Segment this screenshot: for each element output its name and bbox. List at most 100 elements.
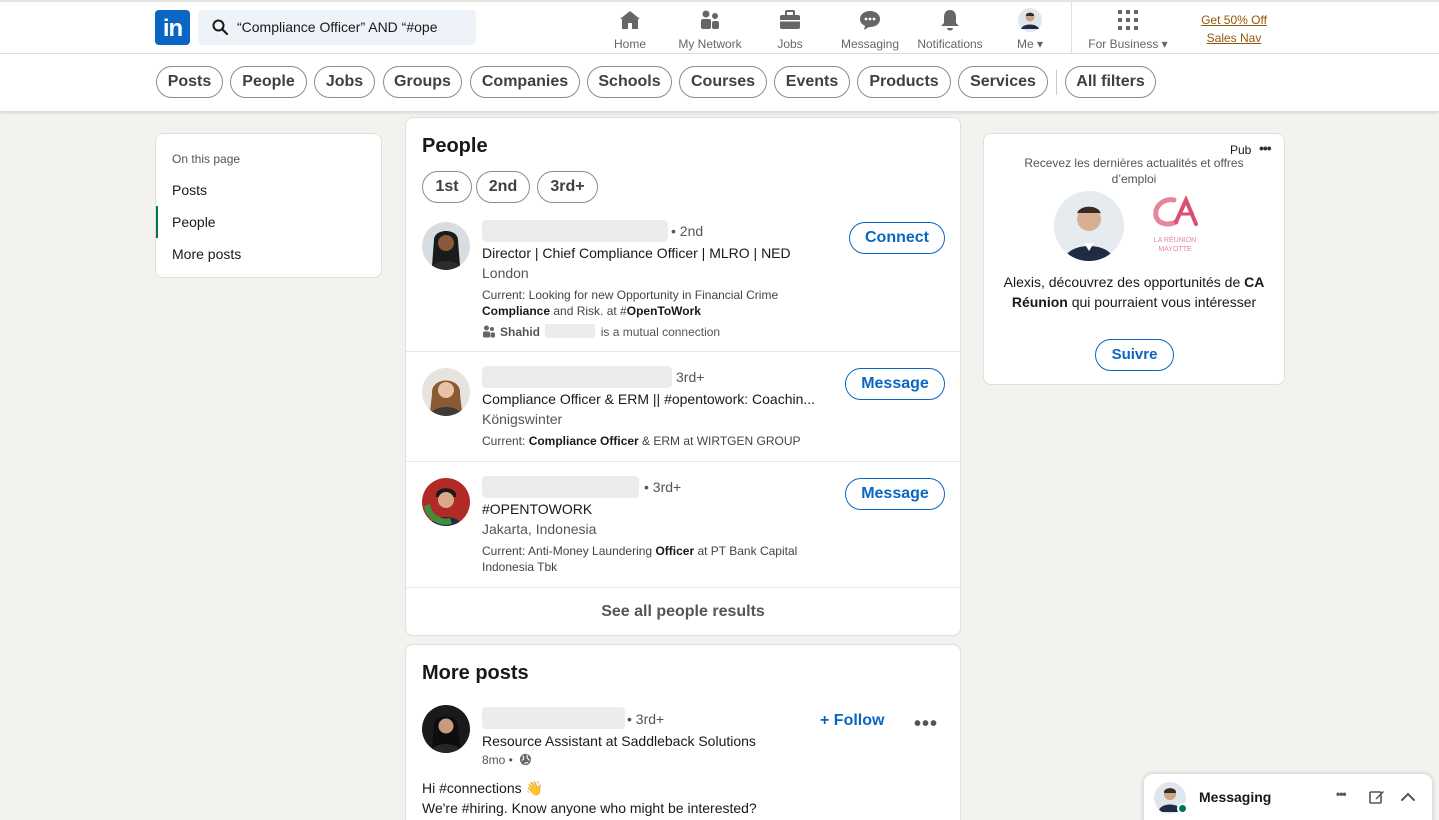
bell-icon: [941, 10, 959, 31]
post-author-headline: Resource Assistant at Saddleback Solutio…: [482, 733, 756, 749]
nav-divider: [1071, 2, 1072, 54]
linkedin-logo[interactable]: in: [155, 10, 190, 45]
filter-all-filters[interactable]: All filters: [1065, 66, 1156, 98]
chevron-down-icon: ▾: [1161, 37, 1168, 51]
active-indicator: [156, 206, 158, 238]
filter-jobs[interactable]: Jobs: [314, 66, 375, 98]
home-icon: [620, 11, 640, 29]
people-card: People 1st 2nd 3rd+ • 2nd Director | Chi…: [405, 117, 961, 636]
online-status-dot: [1177, 803, 1188, 814]
nav-jobs[interactable]: Jobs: [750, 8, 830, 51]
nav-notifications[interactable]: Notifications: [910, 8, 990, 51]
person-avatar[interactable]: [422, 222, 470, 270]
redacted-surname: [545, 324, 596, 338]
mutual-connection: Shahid is a mutual connection: [482, 324, 720, 339]
person-result: 3rd+ Compliance Officer & ERM || #opento…: [406, 364, 960, 461]
messaging-panel[interactable]: Messaging •••: [1143, 773, 1433, 820]
sales-nav-promo-link[interactable]: Get 50% Off Sales Nav: [1193, 11, 1275, 47]
connection-filter-2nd[interactable]: 2nd: [476, 171, 530, 203]
nav-my-network-label: My Network: [678, 37, 742, 51]
more-posts-card: More posts • 3rd+ Resource Assistant at …: [405, 644, 961, 820]
on-this-page-people[interactable]: People: [172, 214, 216, 230]
filter-posts[interactable]: Posts: [156, 66, 223, 98]
person-current: Current: Looking for new Opportunity in …: [482, 288, 779, 318]
connection-degree: • 3rd+: [644, 479, 682, 495]
divider: [406, 461, 960, 462]
post-text-line-1: Hi #connections 👋: [422, 780, 543, 796]
search-bar[interactable]: “Compliance Officer” AND “#opentowork”: [198, 10, 476, 45]
people-icon: [483, 325, 495, 338]
avatar: [1018, 8, 1042, 32]
chevron-up-icon[interactable]: [1400, 791, 1416, 803]
messaging-icon: [860, 11, 880, 30]
on-this-page-title: On this page: [172, 152, 241, 166]
post-text-line-2: We're #hiring. Know anyone who might be …: [422, 800, 757, 816]
person-avatar[interactable]: [422, 478, 470, 526]
ad-tagline: Recevez les dernières actualités et offr…: [1024, 156, 1244, 186]
nav-me[interactable]: Me ▾: [990, 8, 1070, 51]
filter-courses[interactable]: Courses: [679, 66, 767, 98]
nav-home-label: Home: [613, 37, 646, 51]
messaging-title: Messaging: [1199, 789, 1272, 805]
person-headline[interactable]: Compliance Officer & ERM || #opentowork:…: [482, 391, 815, 407]
filter-events[interactable]: Events: [774, 66, 850, 98]
filter-schools[interactable]: Schools: [587, 66, 672, 98]
filter-bar: Posts People Jobs Groups Companies Schoo…: [0, 54, 1439, 111]
nav-for-business[interactable]: For Business ▾: [1080, 8, 1176, 51]
see-all-people-button[interactable]: See all people results: [406, 603, 960, 621]
nav-messaging[interactable]: Messaging: [830, 8, 910, 51]
person-headline[interactable]: #OPENTOWORK: [482, 501, 592, 517]
message-button[interactable]: Message: [845, 368, 945, 400]
divider: [406, 587, 960, 588]
on-this-page-posts[interactable]: Posts: [172, 182, 207, 198]
top-nav: in “Compliance Officer” AND “#opentowork…: [0, 0, 1439, 54]
person-current: Current: Compliance Officer & ERM at WIR…: [482, 434, 801, 448]
chevron-down-icon: ▾: [1036, 37, 1044, 51]
network-icon: [701, 10, 719, 29]
search-input[interactable]: “Compliance Officer” AND “#opentowork”: [237, 19, 437, 35]
redacted-name: [482, 366, 672, 388]
connect-button[interactable]: Connect: [849, 222, 945, 254]
people-title: People: [422, 135, 488, 157]
person-headline[interactable]: Director | Chief Compliance Officer | ML…: [482, 245, 791, 261]
filter-services[interactable]: Services: [958, 66, 1048, 98]
filter-people[interactable]: People: [230, 66, 307, 98]
mutual-name: Shahid: [500, 325, 541, 339]
message-button[interactable]: Message: [845, 478, 945, 510]
mutual-text: is a mutual connection: [600, 325, 721, 339]
filter-groups[interactable]: Groups: [383, 66, 462, 98]
follow-button[interactable]: + Follow: [820, 712, 884, 730]
nav-messaging-label: Messaging: [840, 37, 900, 51]
connection-filter-1st[interactable]: 1st: [422, 171, 472, 203]
person-location: Jakarta, Indonesia: [482, 521, 597, 537]
person-current: Current: Anti-Money Laundering Officer a…: [482, 544, 798, 574]
filter-products[interactable]: Products: [857, 66, 951, 98]
nav-home[interactable]: Home: [590, 8, 670, 51]
compose-icon[interactable]: [1369, 789, 1385, 805]
follow-ad-button[interactable]: Suivre: [1095, 339, 1174, 371]
nav-notifications-label: Notifications: [917, 37, 983, 51]
post-author-avatar[interactable]: [422, 705, 470, 753]
person-result: • 3rd+ #OPENTOWORK Jakarta, Indonesia Cu…: [406, 474, 960, 586]
more-options-icon[interactable]: •••: [1336, 787, 1347, 801]
filter-divider: [1056, 70, 1057, 95]
connection-degree: 3rd+: [676, 369, 705, 385]
person-location: London: [482, 265, 529, 281]
brand-text: LA RÉUNION MAYOTTE: [1153, 237, 1197, 253]
post-time: 8mo •: [482, 753, 532, 767]
connection-degree: • 2nd: [671, 223, 704, 239]
filter-companies[interactable]: Companies: [470, 66, 580, 98]
connection-filter-3rd[interactable]: 3rd+: [537, 171, 598, 203]
more-posts-title: More posts: [422, 662, 529, 684]
more-options-icon[interactable]: •••: [1259, 140, 1272, 156]
person-location: Königswinter: [482, 411, 563, 427]
nav-me-label: Me: [1016, 37, 1034, 51]
ad-body: Alexis, découvrez des opportunités de CA…: [1003, 274, 1265, 310]
more-options-icon[interactable]: •••: [914, 713, 938, 736]
redacted-name: [482, 707, 625, 729]
on-this-page-more-posts[interactable]: More posts: [172, 246, 241, 262]
nav-my-network[interactable]: My Network: [670, 8, 750, 51]
redacted-name: [482, 476, 639, 498]
on-this-page-card: On this page Posts People More posts: [155, 133, 382, 278]
person-avatar[interactable]: [422, 368, 470, 416]
